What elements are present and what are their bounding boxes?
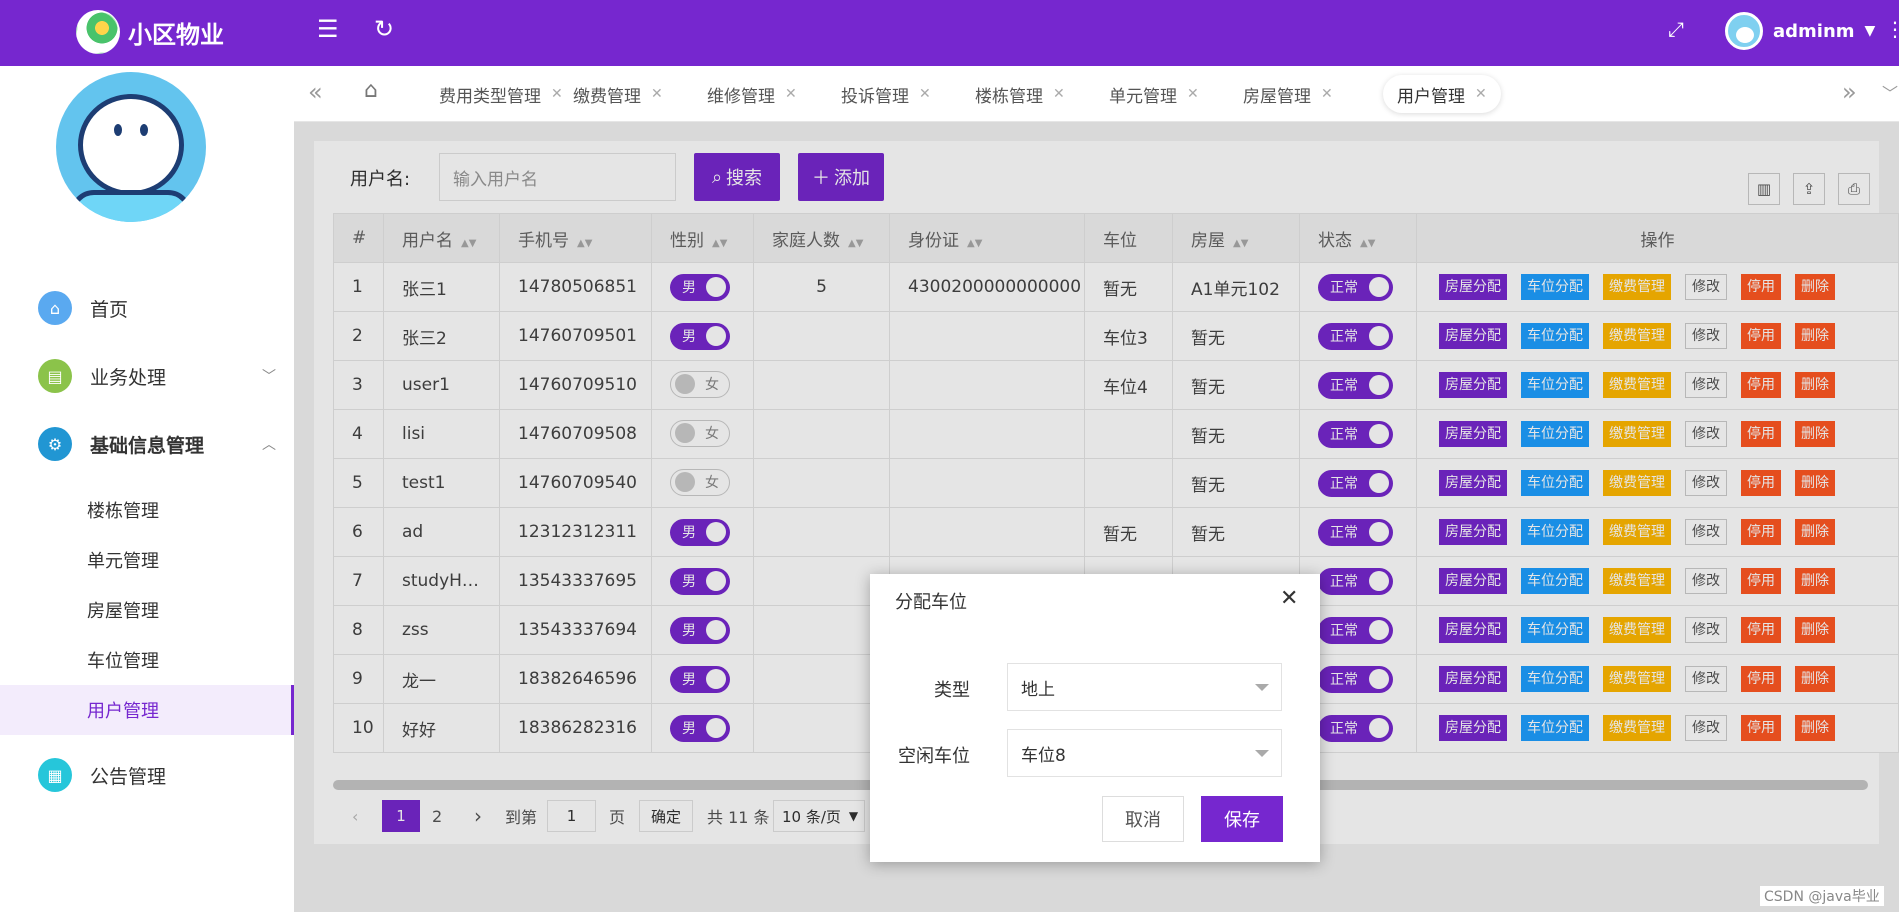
business-icon: ▤ bbox=[38, 359, 72, 393]
grid-icon: ▦ bbox=[38, 758, 72, 792]
sidebar-item-label: 业务处理 bbox=[90, 366, 167, 389]
tab-fee-type[interactable]: 费用类型管理 ✕ bbox=[425, 75, 577, 113]
home-tab-icon[interactable]: ⌂ bbox=[364, 78, 378, 103]
tab-label: 单元管理 bbox=[1109, 86, 1177, 107]
app-title: 小区物业 bbox=[128, 20, 224, 49]
user-avatar-image bbox=[56, 72, 206, 222]
tabs-menu-icon[interactable]: ﹀ bbox=[1882, 80, 1898, 104]
caret-down-icon bbox=[1255, 750, 1269, 757]
footer-watermark: CSDN @java毕业 bbox=[1760, 886, 1884, 906]
tab-label: 维修管理 bbox=[707, 86, 775, 107]
tabs-next-icon[interactable]: » bbox=[1842, 78, 1857, 106]
close-icon[interactable]: ✕ bbox=[919, 86, 931, 102]
close-icon[interactable]: ✕ bbox=[1475, 86, 1487, 102]
sidebar: ⌂ 首页 ▤ 业务处理 ﹀ ⚙ 基础信息管理 ︿ 楼栋管理 单元管理 房屋管理 … bbox=[0, 66, 294, 912]
close-icon[interactable]: ✕ bbox=[1321, 86, 1333, 102]
sidebar-item-notice[interactable]: ▦ 公告管理 bbox=[0, 747, 294, 803]
app-logo[interactable]: 小区物业 bbox=[76, 10, 224, 54]
tab-label: 楼栋管理 bbox=[975, 86, 1043, 107]
tab-house[interactable]: 房屋管理 ✕ bbox=[1229, 75, 1347, 113]
cancel-button[interactable]: 取消 bbox=[1102, 796, 1184, 842]
user-name: adminm bbox=[1773, 20, 1855, 42]
sidebar-item-house[interactable]: 房屋管理 bbox=[0, 585, 294, 635]
space-label: 空闲车位 bbox=[898, 746, 970, 767]
home-icon: ⌂ bbox=[38, 291, 72, 325]
dialog-title: 分配车位 bbox=[895, 592, 967, 613]
chevron-down-icon: ﹀ bbox=[262, 369, 276, 385]
sidebar-item-business[interactable]: ▤ 业务处理 ﹀ bbox=[0, 348, 294, 404]
tabs-bar: « ⌂ 费用类型管理 ✕ 缴费管理 ✕ 维修管理 ✕ 投诉管理 ✕ 楼栋管理 ✕ 单元管理… bbox=[294, 66, 1899, 122]
close-icon[interactable]: ✕ bbox=[651, 86, 663, 102]
close-icon[interactable]: ✕ bbox=[1280, 586, 1298, 611]
tab-label: 费用类型管理 bbox=[439, 86, 541, 107]
type-select[interactable]: 地上 bbox=[1007, 663, 1282, 711]
tab-unit[interactable]: 单元管理 ✕ bbox=[1095, 75, 1213, 113]
chevron-down-icon: ▼ bbox=[1864, 23, 1876, 39]
sidebar-item-label: 公告管理 bbox=[90, 765, 167, 788]
rocket-logo-icon bbox=[76, 10, 120, 54]
sidebar-item-label: 基础信息管理 bbox=[90, 434, 205, 457]
refresh-icon[interactable]: ↻ bbox=[374, 14, 394, 44]
type-label: 类型 bbox=[934, 680, 970, 701]
save-button[interactable]: 保存 bbox=[1201, 796, 1283, 842]
sidebar-item-users[interactable]: 用户管理 bbox=[0, 685, 294, 735]
tab-users[interactable]: 用户管理 ✕ bbox=[1383, 75, 1501, 113]
sidebar-item-basic-info[interactable]: ⚙ 基础信息管理 ︿ bbox=[0, 416, 294, 472]
tab-building[interactable]: 楼栋管理 ✕ bbox=[961, 75, 1079, 113]
tab-label: 用户管理 bbox=[1397, 86, 1465, 107]
tab-complaint[interactable]: 投诉管理 ✕ bbox=[827, 75, 945, 113]
tab-label: 房屋管理 bbox=[1243, 86, 1311, 107]
tab-repair[interactable]: 维修管理 ✕ bbox=[693, 75, 811, 113]
top-bar: 小区物业 ☰ ↻ ⤢ adminm ▼ ⋮ bbox=[0, 0, 1899, 66]
caret-down-icon bbox=[1255, 684, 1269, 691]
parking-space-select[interactable]: 车位8 bbox=[1007, 729, 1282, 777]
more-icon[interactable]: ⋮ bbox=[1885, 14, 1899, 44]
sidebar-item-parking[interactable]: 车位管理 bbox=[0, 635, 294, 685]
sidebar-item-label: 首页 bbox=[90, 298, 129, 321]
gear-icon: ⚙ bbox=[38, 427, 72, 461]
assign-parking-dialog: 分配车位 ✕ 类型 地上 空闲车位 车位8 取消 保存 bbox=[870, 574, 1320, 862]
fullscreen-icon[interactable]: ⤢ bbox=[1668, 14, 1684, 44]
close-icon[interactable]: ✕ bbox=[1053, 86, 1065, 102]
sidebar-item-unit[interactable]: 单元管理 bbox=[0, 535, 294, 585]
avatar bbox=[1725, 12, 1763, 50]
close-icon[interactable]: ✕ bbox=[785, 86, 797, 102]
sidebar-item-home[interactable]: ⌂ 首页 bbox=[0, 280, 294, 336]
tab-label: 投诉管理 bbox=[841, 86, 909, 107]
tabs-prev-icon[interactable]: « bbox=[308, 78, 323, 106]
tab-payment[interactable]: 缴费管理 ✕ bbox=[559, 75, 677, 113]
tab-label: 缴费管理 bbox=[573, 86, 641, 107]
menu-toggle-icon[interactable]: ☰ bbox=[317, 14, 339, 44]
close-icon[interactable]: ✕ bbox=[1187, 86, 1199, 102]
user-menu[interactable]: adminm ▼ bbox=[1725, 12, 1875, 50]
chevron-up-icon: ︿ bbox=[262, 437, 276, 453]
sidebar-item-building[interactable]: 楼栋管理 bbox=[0, 485, 294, 535]
